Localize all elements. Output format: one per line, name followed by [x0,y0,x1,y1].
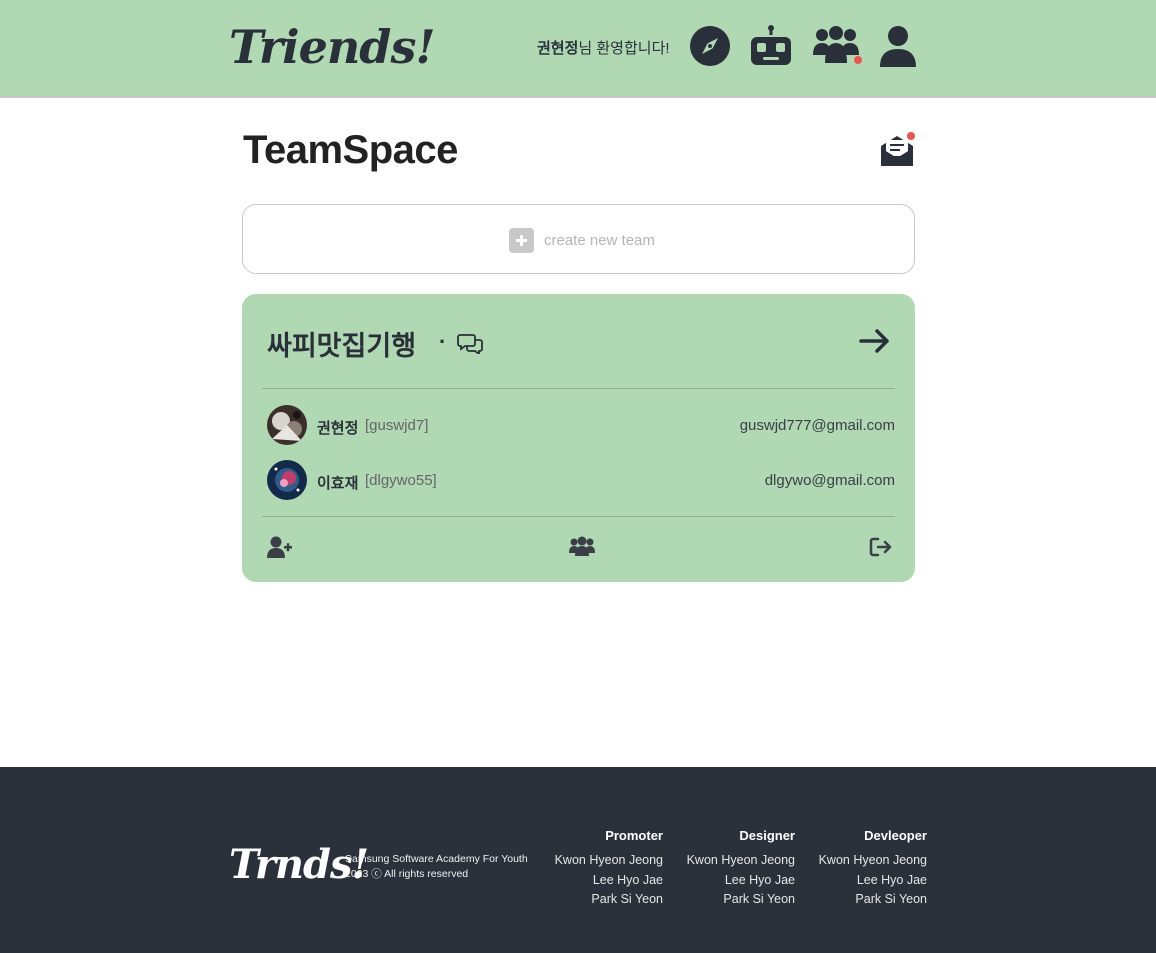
footer-name: Kwon Hyeon Jeong [554,853,663,867]
footer-column-developer: Devleoper Kwon Hyeon Jeong Lee Hyo Jae P… [819,828,927,910]
footer-name: Park Si Yeon [723,892,795,906]
create-team-label: create new team [544,232,655,249]
footer-name: Lee Hyo Jae [856,872,927,887]
chat-bubbles-icon[interactable] [457,332,484,356]
card-divider-top [262,388,895,389]
footer-name: Park Si Yeon [591,892,663,906]
footer-column-promoter: Promoter Kwon Hyeon Jeong Lee Hyo Jae Pa… [555,828,663,910]
footer-name: Lee Hyo Jae [592,872,663,887]
member-name: 이효재 [317,475,359,492]
user-plus-icon[interactable] [267,536,293,558]
page-title: TeamSpace [243,128,458,172]
member-email: guswjd777@gmail.com [739,417,895,434]
plus-square-icon [509,228,534,253]
top-header: Triends! 권현정님 환영합니다! [0,0,1156,98]
avatar [267,405,307,445]
footer-column-heading: Devleoper [864,828,927,843]
create-team-button[interactable]: create new team [242,204,915,274]
group-notification-dot [854,56,862,64]
welcome-message: 권현정님 환영합니다! [537,37,670,58]
footer-academy: Samsung Software Academy For Youth [345,853,528,865]
footer-description: Samsung Software Academy For Youth 2023 … [345,852,528,882]
page-footer: Trnds! Samsung Software Academy For Yout… [0,767,1156,953]
team-card: 싸피맛집기행 · 권현정 [guswjd7] guswjd777@gmail.c… [242,294,915,582]
footer-name: Kwon Hyeon Jeong [686,853,795,867]
users-icon[interactable] [569,536,595,558]
member-row: 이효재 [dlgywo55] dlgywo@gmail.com [267,460,895,502]
robot-icon[interactable] [750,25,792,67]
footer-copyright: 2023 ⓒ All rights reserved [345,868,469,880]
user-icon[interactable] [879,25,917,67]
compass-icon[interactable] [689,25,731,67]
card-divider-bottom [262,516,895,517]
team-name: 싸피맛집기행 [267,331,417,361]
footer-column-heading: Designer [739,828,795,843]
member-email: dlgywo@gmail.com [764,472,895,489]
footer-name: Kwon Hyeon Jeong [818,853,927,867]
enter-team-arrow-icon[interactable] [858,326,892,356]
welcome-username: 권현정 [537,40,579,57]
group-icon[interactable] [811,25,862,67]
create-team-content: create new team [509,228,655,253]
footer-column-heading: Promoter [605,828,663,843]
sign-out-icon[interactable] [869,536,893,558]
member-id: [dlgywo55] [365,472,437,489]
member-id: [guswjd7] [365,417,429,434]
mail-notification-dot [907,132,915,140]
app-logo[interactable]: Triends! [229,20,436,74]
footer-column-designer: Designer Kwon Hyeon Jeong Lee Hyo Jae Pa… [687,828,795,910]
member-row: 권현정 [guswjd7] guswjd777@gmail.com [267,405,895,447]
envelope-open-icon[interactable] [879,132,915,168]
team-name-separator: · [439,329,447,354]
avatar [267,460,307,500]
member-name: 권현정 [317,420,359,437]
footer-name: Park Si Yeon [855,892,927,906]
welcome-suffix: 님 환영합니다! [578,40,670,57]
footer-name: Lee Hyo Jae [724,872,795,887]
